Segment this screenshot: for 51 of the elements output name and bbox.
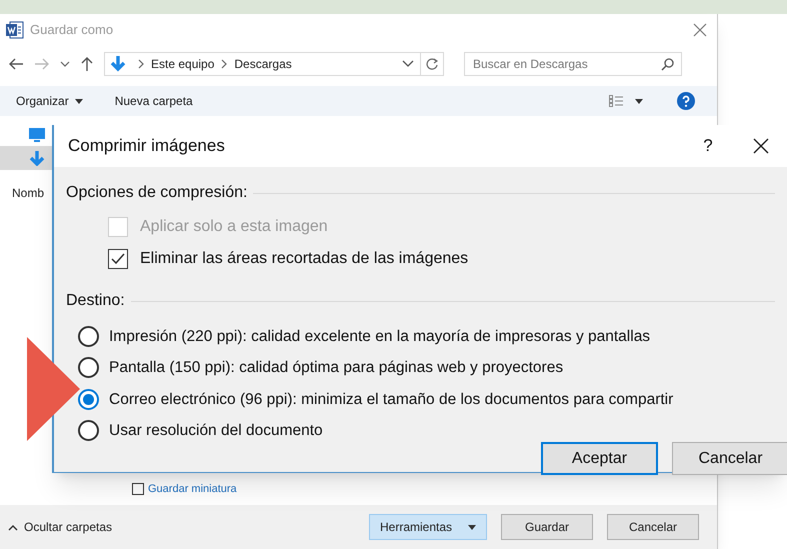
radio-button[interactable] [78, 357, 99, 378]
chevron-icon [220, 59, 228, 69]
help-icon[interactable] [677, 92, 695, 110]
downloads-icon [28, 150, 46, 166]
tools-menu-button[interactable]: Herramientas [369, 514, 487, 540]
radio-label: Pantalla (150 ppi): calidad óptima para páginas web y proyectores [109, 358, 564, 378]
field-label: Nomb [12, 185, 44, 202]
word-app-icon [6, 21, 24, 39]
checkbox[interactable] [108, 249, 128, 269]
radio-button[interactable] [78, 326, 99, 348]
caret-icon [74, 98, 83, 104]
checkbox-label: Aplicar solo a esta imagen [140, 217, 328, 237]
section-heading: Destino: [66, 291, 125, 311]
dialog-button[interactable]: Aceptar [541, 442, 658, 475]
dialog-button[interactable]: Cancelar [607, 514, 699, 540]
caret-icon [468, 524, 476, 530]
caret-icon[interactable] [60, 60, 70, 68]
dialog-button[interactable]: Cancelar [672, 442, 787, 475]
radio-label: Usar resolución del documento [109, 420, 323, 441]
search-field[interactable]: Buscar en Descargas [464, 52, 682, 76]
organize-menu-button[interactable]: Organizar [16, 92, 83, 110]
radio-button[interactable] [78, 388, 99, 410]
sidebar-item[interactable] [0, 146, 52, 170]
close-icon[interactable] [753, 138, 769, 154]
radio-label: Correo electrónico (96 ppi): minimiza el tamaño de los documentos para compartir [109, 390, 674, 410]
checkbox-label: Eliminar las áreas recortadas de las imágenes [140, 249, 468, 269]
check-icon [111, 253, 125, 265]
breadcrumb-item[interactable]: Descargas [234, 55, 292, 73]
breadcrumb-item[interactable]: Este equipo [151, 55, 214, 73]
checkbox[interactable] [132, 482, 144, 495]
address-bar[interactable]: Este equipo Descargas [104, 52, 444, 76]
chevron-icon [137, 59, 145, 69]
window-title: Guardar como [30, 21, 114, 40]
chevron-up-icon [8, 524, 18, 530]
hide-folders-button[interactable]: Ocultar carpetas [8, 518, 112, 536]
refresh-icon[interactable] [426, 58, 438, 70]
view-options-icon[interactable] [609, 95, 645, 107]
search-icon [661, 58, 674, 71]
new-folder-button[interactable]: Nueva carpeta [114, 92, 193, 110]
dialog-button[interactable]: Guardar [501, 514, 593, 540]
radio-label: Impresión (220 ppi): calidad excelente en la mayoría de impresoras y pantallas [109, 327, 650, 347]
radio-button[interactable] [78, 420, 99, 441]
back-arrow-icon[interactable] [8, 57, 24, 71]
help-button[interactable]: ? [693, 133, 723, 159]
download-arrow-icon [109, 55, 127, 73]
computer-icon [28, 126, 46, 142]
dropdown-chevron-icon[interactable] [402, 60, 414, 68]
up-arrow-icon[interactable] [80, 56, 94, 72]
section-heading: Opciones de compresión: [66, 183, 248, 203]
checkbox-label: Guardar miniatura [148, 482, 237, 496]
dialog-title: Comprimir imágenes [68, 135, 226, 158]
